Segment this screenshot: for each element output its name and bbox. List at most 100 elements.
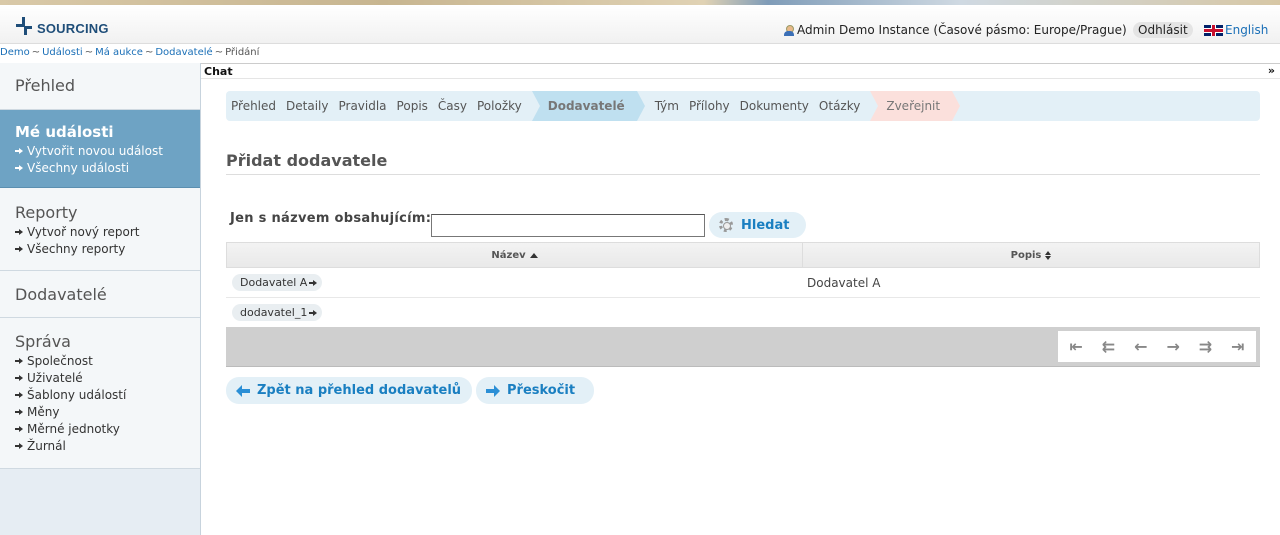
filter-label: Jen s názvem obsahujícím: — [230, 211, 432, 226]
column-header-name[interactable]: Název — [227, 243, 803, 267]
arrow-right-icon — [15, 391, 23, 399]
arrow-right-icon — [15, 245, 23, 253]
user-label: Admin Demo Instance (Časové pásmo: Europ… — [797, 23, 1127, 37]
skip-button-label: Přeskočit — [507, 383, 576, 398]
user-icon — [784, 24, 794, 36]
next-pages-icon[interactable]: ⇉ — [1194, 337, 1216, 356]
step-description[interactable]: Popis — [397, 99, 428, 113]
sidebar-item-company[interactable]: Společnost — [15, 354, 185, 368]
sidebar-item-all-reports[interactable]: Všechny reporty — [15, 242, 185, 256]
header: SOURCING Admin Demo Instance (Časové pás… — [0, 5, 1280, 44]
step-attachments[interactable]: Přílohy — [689, 99, 730, 113]
sidebar-reports-title[interactable]: Reporty — [15, 203, 185, 222]
language-label: English — [1225, 23, 1269, 37]
sidebar-item-all-events[interactable]: Všechny události — [15, 161, 185, 175]
language-switch[interactable]: English — [1204, 23, 1268, 37]
arrow-right-icon — [15, 228, 23, 236]
sidebar-item-journal[interactable]: Žurnál — [15, 439, 185, 453]
step-documents[interactable]: Dokumenty — [740, 99, 809, 113]
step-publish[interactable]: Zveřejnit — [870, 91, 960, 121]
breadcrumb-current: Přidání — [225, 47, 260, 58]
title-divider — [226, 174, 1260, 175]
sidebar: Přehled Mé události Vytvořit novou událo… — [0, 63, 201, 535]
sort-icon — [1045, 250, 1052, 260]
search-button[interactable]: Hledat — [709, 212, 806, 238]
table-cell-name: Dodavatel A — [226, 274, 802, 291]
sidebar-my-events-title[interactable]: Mé události — [15, 123, 185, 141]
breadcrumb-my-auction[interactable]: Má aukce — [95, 47, 143, 58]
uk-flag-icon — [1204, 24, 1223, 36]
sidebar-admin: Správa Společnost Uživatelé Šablony udál… — [0, 318, 200, 469]
sidebar-item-units[interactable]: Měrné jednotky — [15, 422, 185, 436]
arrow-right-icon — [15, 408, 23, 416]
wizard-steps: Přehled Detaily Pravidla Popis Časy Polo… — [226, 91, 1260, 121]
sidebar-item-users[interactable]: Uživatelé — [15, 371, 185, 385]
chat-label[interactable]: Chat — [204, 65, 233, 78]
sidebar-item-currencies[interactable]: Měny — [15, 405, 185, 419]
step-details[interactable]: Detaily — [286, 99, 328, 113]
table-row: Dodavatel A Dodavatel A — [226, 268, 1260, 298]
arrow-right-icon — [15, 425, 23, 433]
page-title: Přidat dodavatele — [226, 151, 388, 170]
filter-name-input[interactable] — [431, 214, 705, 237]
breadcrumb-demo[interactable]: Demo — [0, 47, 30, 58]
table-row: dodavatel_1 — [226, 298, 1260, 328]
step-suppliers-current[interactable]: Dodavatelé — [531, 91, 645, 121]
sidebar-item-event-templates[interactable]: Šablony událostí — [15, 388, 185, 402]
gear-icon — [719, 218, 733, 232]
previous-page-icon[interactable]: ← — [1130, 337, 1152, 356]
breadcrumb: Demo ~ Události ~ Má aukce ~ Dodavatelé ~ Přidán… — [0, 47, 260, 58]
step-times[interactable]: Časy — [438, 99, 467, 113]
previous-pages-icon[interactable]: ⇇ — [1097, 337, 1119, 356]
arrow-right-icon — [15, 164, 23, 172]
last-page-icon[interactable]: ⇥ — [1227, 337, 1249, 356]
breadcrumb-suppliers[interactable]: Dodavatelé — [155, 47, 212, 58]
sort-ascending-icon — [529, 252, 538, 258]
step-questions[interactable]: Otázky — [819, 99, 860, 113]
sidebar-my-events: Mé události Vytvořit novou událost Všech… — [0, 110, 200, 188]
sidebar-overview-label: Přehled — [15, 76, 76, 95]
sidebar-reports: Reporty Vytvoř nový report Všechny repor… — [0, 188, 200, 271]
pagination-controls: ⇤ ⇇ ← → ⇉ ⇥ — [1058, 331, 1256, 362]
logo[interactable]: SOURCING — [13, 15, 109, 37]
logo-text: SOURCING — [37, 21, 109, 36]
sidebar-suppliers-label: Dodavatelé — [15, 285, 107, 304]
sidebar-item-new-report[interactable]: Vytvoř nový report — [15, 225, 185, 239]
breadcrumb-events[interactable]: Události — [42, 47, 83, 58]
chat-bar: Chat » — [201, 63, 1280, 79]
back-button-label: Zpět na přehled dodavatelů — [257, 383, 462, 398]
sidebar-admin-title[interactable]: Správa — [15, 332, 185, 351]
step-overview[interactable]: Přehled — [231, 99, 276, 113]
arrow-right-icon — [309, 279, 318, 287]
next-page-icon[interactable]: → — [1162, 337, 1184, 356]
logout-button[interactable]: Odhlásit — [1133, 22, 1193, 38]
table-cell-description: Dodavatel A — [807, 275, 881, 290]
skip-button[interactable]: Přeskočit — [476, 377, 594, 404]
supplier-add-button[interactable]: dodavatel_1 — [232, 304, 323, 321]
first-page-icon[interactable]: ⇤ — [1065, 337, 1087, 356]
arrow-right-icon — [15, 357, 23, 365]
arrow-right-icon — [15, 374, 23, 382]
arrow-right-icon — [15, 147, 23, 155]
table-cell-name: dodavatel_1 — [226, 304, 802, 321]
sidebar-suppliers[interactable]: Dodavatelé — [0, 271, 200, 318]
user-info[interactable]: Admin Demo Instance (Časové pásmo: Europ… — [784, 23, 1127, 37]
arrow-right-icon — [486, 384, 500, 397]
suppliers-table: Název Popis Dodavatel A Dodavatel A doda… — [226, 242, 1260, 328]
arrow-right-icon — [15, 442, 23, 450]
column-header-description[interactable]: Popis — [803, 243, 1259, 267]
sidebar-overview[interactable]: Přehled — [0, 63, 200, 110]
supplier-add-button[interactable]: Dodavatel A — [232, 274, 323, 291]
arrow-right-icon — [309, 309, 318, 317]
back-to-suppliers-button[interactable]: Zpět na přehled dodavatelů — [226, 377, 472, 404]
logo-icon — [13, 15, 35, 37]
sidebar-item-create-event[interactable]: Vytvořit novou událost — [15, 144, 185, 158]
search-button-label: Hledat — [741, 217, 790, 233]
table-header: Název Popis — [226, 242, 1260, 268]
pagination-bar: ⇤ ⇇ ← → ⇉ ⇥ — [226, 327, 1260, 367]
arrow-left-icon — [236, 384, 250, 397]
step-items[interactable]: Položky — [477, 99, 522, 113]
chat-toggle-icon[interactable]: » — [1268, 64, 1275, 77]
step-team[interactable]: Tým — [655, 99, 679, 113]
step-rules[interactable]: Pravidla — [338, 99, 386, 113]
